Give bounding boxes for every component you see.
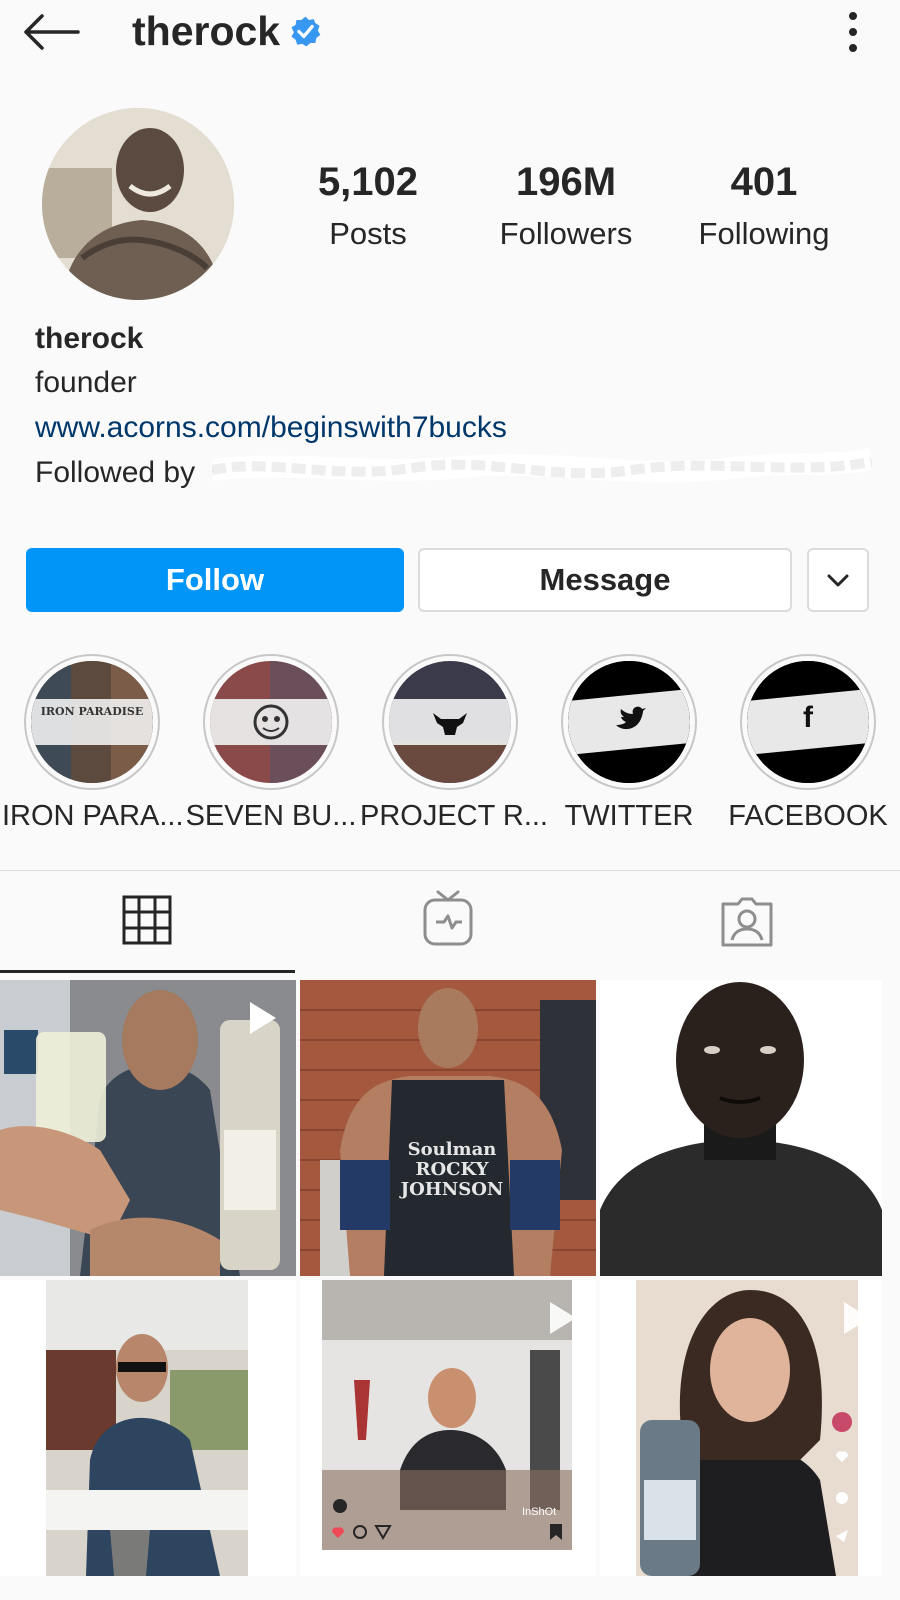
post-image — [600, 980, 882, 1276]
highlight-label[interactable]: TWITTER — [539, 800, 719, 833]
post-thumbnail[interactable] — [0, 1280, 296, 1576]
post-thumbnail[interactable]: Soulman ROCKY JOHNSON — [300, 980, 596, 1276]
chevron-down-icon — [827, 574, 849, 587]
highlight-label[interactable]: SEVEN BU... — [181, 800, 361, 833]
highlight-cover — [389, 661, 511, 783]
highlight-seven-bucks[interactable] — [203, 654, 339, 790]
back-arrow-icon[interactable] — [22, 12, 80, 52]
redaction-scribble — [212, 447, 872, 483]
post-image — [300, 980, 596, 1276]
highlight-iron-paradise[interactable]: IRON PARADISE — [24, 654, 160, 790]
followed-by-text[interactable]: Followed by — [35, 456, 195, 490]
video-play-icon — [844, 1302, 870, 1334]
post-thumbnail[interactable] — [600, 980, 882, 1276]
video-play-icon — [550, 1302, 576, 1334]
followers-label[interactable]: Followers — [471, 216, 661, 252]
active-tab-indicator — [0, 970, 295, 973]
profile-avatar[interactable] — [42, 108, 234, 300]
options-kebab-icon[interactable] — [838, 10, 868, 54]
follow-button[interactable]: Follow — [26, 548, 404, 612]
highlight-label[interactable]: PROJECT R... — [360, 800, 548, 833]
posts-label: Posts — [329, 216, 407, 251]
post-thumbnail[interactable]: InShOt — [300, 1280, 596, 1576]
header-username: therock — [132, 8, 281, 54]
highlight-cover — [31, 661, 153, 783]
message-button[interactable]: Message — [418, 548, 792, 612]
posts-count: 5,102 — [317, 160, 419, 204]
highlight-cover — [568, 661, 690, 783]
igtv-icon[interactable] — [422, 890, 474, 948]
facebook-icon: f — [803, 701, 813, 734]
highlight-project-rock[interactable] — [382, 654, 518, 790]
following-label[interactable]: Following — [669, 216, 859, 252]
tagged-icon[interactable] — [720, 896, 774, 948]
verified-badge-icon — [291, 16, 321, 47]
highlight-twitter[interactable] — [561, 654, 697, 790]
post-thumbnail[interactable] — [600, 1280, 882, 1576]
video-play-icon — [250, 1002, 276, 1034]
shirt-text: Soulman ROCKY JOHNSON — [400, 1139, 504, 1200]
highlight-cover — [210, 661, 332, 783]
bio-role: founder — [35, 366, 137, 399]
suggested-dropdown-button[interactable] — [807, 548, 869, 612]
highlight-facebook[interactable]: f — [740, 654, 876, 790]
following-count[interactable]: 401 — [669, 160, 859, 205]
highlight-label[interactable]: FACEBOOK — [718, 800, 898, 833]
grid-icon[interactable] — [122, 895, 172, 945]
bio-name: therock — [35, 322, 144, 355]
post-thumbnail[interactable] — [0, 980, 296, 1276]
video-play-icon — [250, 1302, 276, 1334]
highlight-label[interactable]: IRON PARA... — [2, 800, 184, 833]
avatar-photo — [42, 108, 234, 300]
iron-paradise-badge: IRON PARADISE — [40, 705, 144, 718]
inshot-watermark: InShOt — [522, 1506, 557, 1518]
followers-count[interactable]: 196M — [471, 160, 661, 205]
